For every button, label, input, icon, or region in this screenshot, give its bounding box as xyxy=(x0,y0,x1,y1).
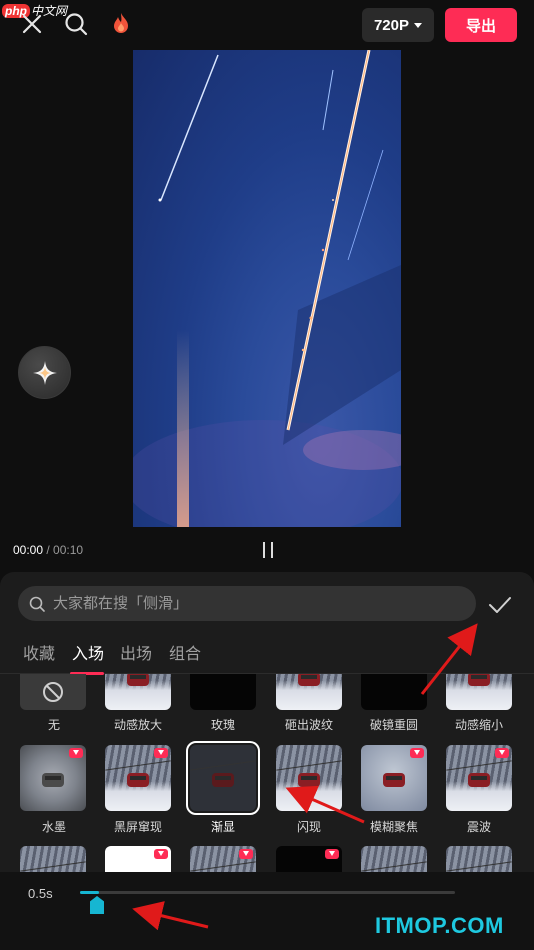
vip-badge-icon xyxy=(154,849,168,859)
close-icon[interactable] xyxy=(18,10,46,38)
effect-label: 水墨 xyxy=(41,820,66,834)
effect-thumb[interactable] xyxy=(105,846,171,872)
duration-label: 0.5s xyxy=(28,886,53,901)
effect-thumb-none[interactable] xyxy=(20,674,86,710)
vip-badge-icon xyxy=(495,748,509,758)
effect-tabs: 收藏 入场 出场 组合 xyxy=(0,636,534,675)
none-icon xyxy=(43,682,63,702)
effect-label: 震波 xyxy=(466,820,491,834)
effect-label: 黑屏窜现 xyxy=(113,820,162,834)
watermark-itmop: ITMOP.COM xyxy=(375,913,504,938)
flame-icon[interactable] xyxy=(107,10,135,38)
top-bar: php 中文网 720P 导出 xyxy=(0,0,534,50)
effect-thumb-flash[interactable] xyxy=(276,745,342,811)
pause-icon[interactable] xyxy=(260,542,276,558)
effect-row-1 xyxy=(0,674,534,710)
effect-thumb[interactable] xyxy=(361,846,427,872)
effect-row-3 xyxy=(0,846,534,872)
effect-thumb-dynamic-zoom-out[interactable] xyxy=(446,674,512,710)
effect-thumb-ripple[interactable] xyxy=(276,674,342,710)
effect-thumb-mirror[interactable] xyxy=(361,674,427,710)
vip-badge-icon xyxy=(239,849,253,859)
effect-thumb-rose[interactable] xyxy=(190,674,256,710)
effect-label: 砸出波纹 xyxy=(284,718,333,732)
tab-combo[interactable]: 组合 xyxy=(169,640,201,664)
effect-label: 破镜重圆 xyxy=(369,718,418,732)
effect-thumb-dynamic-zoom-in[interactable] xyxy=(105,674,171,710)
effect-label: 动感缩小 xyxy=(454,718,503,732)
effect-label: 无 xyxy=(47,718,60,732)
effect-thumb[interactable] xyxy=(20,846,86,872)
vip-badge-icon xyxy=(69,748,83,758)
resolution-dropdown[interactable]: 720P xyxy=(362,8,434,42)
effect-thumb[interactable] xyxy=(276,846,342,872)
checkmark-icon[interactable] xyxy=(487,594,513,616)
vip-badge-icon xyxy=(410,748,424,758)
effect-thumb-shockwave[interactable] xyxy=(446,745,512,811)
effect-thumb[interactable] xyxy=(446,846,512,872)
effect-search-box[interactable] xyxy=(18,586,476,621)
tab-favorites[interactable]: 收藏 xyxy=(23,640,55,664)
sparkle-icon xyxy=(32,360,57,385)
duration-track[interactable] xyxy=(80,891,455,894)
effect-thumb-black-screen[interactable] xyxy=(105,745,171,811)
tab-out[interactable]: 出场 xyxy=(120,640,152,664)
effect-thumb-blur-focus[interactable] xyxy=(361,745,427,811)
effect-label: 闪现 xyxy=(296,820,321,834)
effect-label: 玫瑰 xyxy=(210,718,235,732)
effect-thumb-fade-in[interactable] xyxy=(186,741,260,815)
tab-in[interactable]: 入场 xyxy=(72,640,104,664)
vip-badge-icon xyxy=(325,849,339,859)
playback-time: 00:00 / 00:10 xyxy=(13,543,83,557)
effect-label: 动感放大 xyxy=(113,718,162,732)
effect-label: 模糊聚焦 xyxy=(369,820,418,834)
current-time: 00:00 xyxy=(13,543,44,557)
export-button[interactable]: 导出 xyxy=(445,8,517,42)
effect-thumb[interactable] xyxy=(190,846,256,872)
search-icon xyxy=(29,596,45,612)
total-time: / 00:10 xyxy=(46,543,84,557)
effect-label-selected: 渐显 xyxy=(210,820,235,834)
search-icon[interactable] xyxy=(62,10,90,38)
duration-slider-handle[interactable] xyxy=(90,896,104,914)
ai-sparkle-button[interactable] xyxy=(18,346,71,399)
chevron-down-icon xyxy=(414,22,423,28)
video-preview[interactable] xyxy=(133,50,401,527)
effect-thumb-ink[interactable] xyxy=(20,745,86,811)
video-frame-image xyxy=(133,50,401,527)
resolution-label: 720P xyxy=(373,16,410,34)
effect-search-input[interactable] xyxy=(53,595,453,612)
vip-badge-icon xyxy=(154,748,168,758)
duration-track-fill xyxy=(80,891,99,894)
